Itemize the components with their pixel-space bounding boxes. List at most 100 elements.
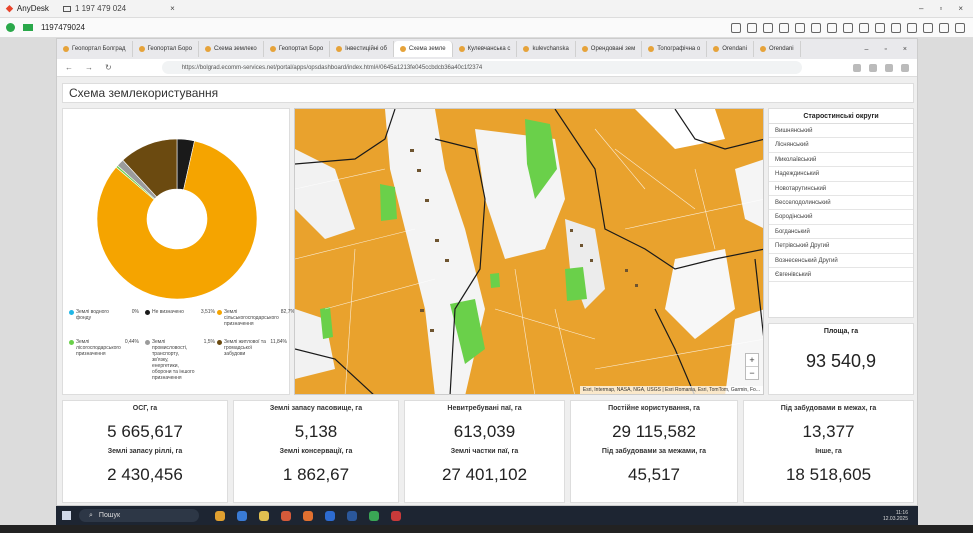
okrug-list-item[interactable]: Новотарутинський (769, 182, 913, 196)
extensions (853, 63, 909, 72)
indicator-card: Невитребувані паї, га 613,039 Землі частки… (404, 400, 565, 503)
taskbar-search[interactable]: ⌕ Пошук (79, 509, 199, 522)
close-button[interactable]: × (903, 46, 907, 53)
legend-item[interactable]: Землі лісогосподарського призначення 0,44… (69, 339, 139, 357)
chat-bubble-icon[interactable] (843, 22, 853, 33)
app-icon[interactable] (369, 510, 379, 521)
zoom-out-button[interactable]: − (746, 366, 758, 379)
browser-tab[interactable]: Геопортал Болград (57, 41, 133, 57)
okrug-list-item[interactable]: Весселодолинський (769, 196, 913, 211)
maximize-button[interactable]: ▫ (939, 4, 942, 13)
dashboard: Схема землекористування Землі водного фо… (57, 77, 917, 505)
close-icon[interactable]: × (170, 4, 175, 13)
browser-tab[interactable]: Інвестиційні об (330, 41, 394, 57)
legend-label: Землі промисловості, транспорту, зв'язку… (152, 339, 195, 381)
browser-tab-label: Геопортал Болград (72, 46, 126, 52)
okrug-list-item[interactable]: Ліснянський (769, 138, 913, 153)
url-input[interactable]: https://bolgrad.ecomm-services.net/porta… (161, 61, 802, 74)
legend-item[interactable]: Землі водного фонду 0% (69, 309, 139, 321)
star-icon[interactable] (731, 22, 741, 33)
notes-icon[interactable] (859, 22, 869, 33)
legend-item[interactable]: Землі житлової та громадської забудови 11… (217, 339, 287, 357)
app-icon[interactable] (259, 510, 269, 521)
anydesk-session-tab[interactable]: 1 197 479 024 × (62, 4, 175, 13)
browser-tab[interactable]: Orendani (707, 41, 754, 57)
keyboard-icon[interactable] (891, 22, 901, 33)
profile-icon[interactable] (885, 63, 893, 72)
okrug-list-item[interactable]: Євгенівський (769, 268, 913, 283)
okrug-list-item[interactable]: Бородінський (769, 210, 913, 225)
tab-favicon-icon (399, 46, 406, 52)
app-icon[interactable] (325, 510, 335, 521)
hourglass-icon[interactable] (747, 22, 757, 33)
app-icon[interactable] (215, 510, 225, 521)
app-icon[interactable] (303, 510, 313, 521)
indicator-card: Під забудовами в межах, га 13,377 Інше, га… (743, 400, 914, 503)
pen-icon[interactable] (939, 22, 949, 33)
clipboard-icon[interactable] (811, 22, 821, 33)
legend-item[interactable]: Не визначено 3,51% (145, 309, 215, 315)
app-icon[interactable] (281, 510, 291, 521)
okrugy-title: Старостинські округи (769, 109, 913, 124)
app-icon[interactable] (237, 510, 247, 521)
anydesk-toolbar: 1197479024 (0, 18, 973, 38)
back-button[interactable]: ← (65, 63, 73, 72)
browser-tab[interactable]: Схема земле (393, 41, 453, 57)
map-canvas[interactable] (295, 109, 764, 395)
lightning-icon[interactable] (875, 22, 885, 33)
minimize-button[interactable]: – (865, 46, 869, 53)
land-use-donut-chart[interactable] (63, 109, 291, 300)
forward-button[interactable]: → (85, 63, 93, 72)
settings-icon[interactable] (923, 22, 933, 33)
card-subvalue: 27 401,102 (441, 465, 528, 484)
menu-icon[interactable] (955, 22, 965, 33)
browser-tab[interactable]: kulevchanska (517, 41, 576, 57)
taskbar-clock[interactable]: 11:16 12.03.2025 (883, 510, 908, 522)
card-value: 5,138 (294, 422, 338, 441)
maximize-button[interactable]: ▫ (884, 46, 886, 53)
zoom-in-button[interactable]: + (746, 354, 758, 366)
reload-button[interactable]: ↻ (105, 63, 112, 72)
taskbar: ⌕ Пошук 11:16 12.03.2025 (56, 506, 918, 525)
okrug-list-item[interactable]: Богданський (769, 225, 913, 240)
app-icon[interactable] (347, 510, 357, 521)
pocket-icon[interactable] (853, 63, 861, 72)
app-icon[interactable] (391, 510, 401, 521)
browser-tab[interactable]: Схема землеко (199, 41, 264, 57)
start-button-icon[interactable] (62, 511, 71, 520)
okrug-list-item[interactable]: Миколаївський (769, 153, 913, 168)
legend-item[interactable]: Землі промисловості, транспорту, зв'язку… (145, 339, 215, 381)
legend-swatch (145, 310, 150, 315)
browser-tab[interactable]: Кулевчанська с (453, 41, 518, 57)
legend-label: Землі водного фонду (76, 309, 109, 321)
anydesk-session-label: 1 197 479 024 (74, 4, 127, 13)
close-button[interactable]: × (958, 4, 963, 13)
favorite-icon[interactable] (779, 22, 789, 33)
browser-window-controls: – ▫ × (865, 46, 907, 53)
okrug-list-item[interactable]: Надеждинський (769, 167, 913, 182)
record-icon[interactable] (907, 22, 917, 33)
display-icon[interactable] (827, 22, 837, 33)
okrug-list-item[interactable]: Вишнянський (769, 124, 913, 139)
chat-icon[interactable] (23, 24, 33, 31)
legend-item[interactable]: Землі сільськогосподарського призначення… (217, 309, 295, 327)
okrug-list-item[interactable]: Вознесенський Другий (769, 254, 913, 268)
legend-swatch (217, 310, 222, 315)
card-title: Під забудовами в межах, га (780, 405, 877, 412)
map-view[interactable]: + − Esri, Intermap, NASA, NGA, USGS | Es… (294, 108, 764, 395)
tab-favicon-icon (269, 46, 276, 52)
extension-icon[interactable] (869, 63, 877, 72)
browser-tab[interactable]: Орендовані зем (576, 41, 643, 57)
dashboard-title: Схема землекористування (62, 83, 914, 103)
search-icon: ⌕ (89, 511, 93, 519)
browser-tab[interactable]: Orendani (754, 41, 801, 57)
card-subvalue: 45,517 (628, 465, 680, 484)
browser-tab[interactable]: Геопортал Боро (133, 41, 199, 57)
file-transfer-icon[interactable] (795, 22, 805, 33)
menu-icon[interactable] (901, 63, 909, 72)
minimize-button[interactable]: – (919, 4, 923, 13)
okrug-list-item[interactable]: Петрівський Другий (769, 239, 913, 254)
browser-tab[interactable]: Топографічна о (642, 41, 708, 57)
audio-icon[interactable] (763, 22, 773, 33)
browser-tab[interactable]: Геопортал Боро (264, 41, 331, 57)
